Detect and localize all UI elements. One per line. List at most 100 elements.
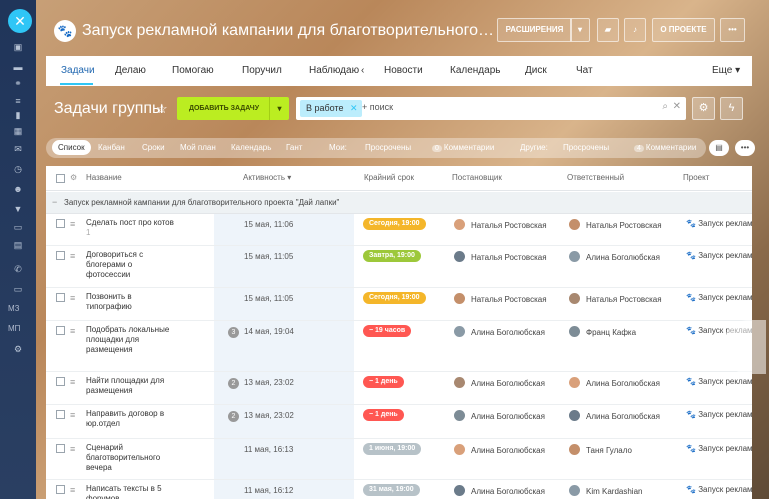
table-row[interactable]: ≡ Позвонить в типографию 15 мая, 11:05 Сего… (46, 288, 752, 321)
table-row[interactable]: ≡ Договориться с блогерами о фотосессии 15… (46, 246, 752, 288)
extensions-button[interactable]: РАСШИРЕНИЯ (497, 18, 572, 42)
chat-button[interactable]: ▰ (597, 18, 619, 42)
creator[interactable]: Наталья Ростовская (454, 293, 547, 304)
mail-icon[interactable]: ✉ (12, 144, 24, 154)
deadline-badge[interactable]: Сегодня, 19:00 (363, 218, 426, 230)
task-name-link[interactable]: Договориться с блогерами о фотосессии (86, 250, 176, 280)
chat-icon[interactable]: ▣ (12, 42, 24, 52)
table-row[interactable]: ≡ Сценарий благотворительного вечера 11 ма… (46, 439, 752, 480)
more-button[interactable]: ••• (720, 18, 745, 42)
responsible[interactable]: Алина Боголюбская (569, 377, 660, 388)
tab-tasks[interactable]: Задачи (61, 65, 95, 76)
link-icon[interactable]: ⚭ (12, 78, 24, 88)
task-name-link[interactable]: Подобрать локальные площадки для размеще… (86, 325, 176, 355)
creator[interactable]: Алина Боголюбская (454, 326, 545, 337)
responsible[interactable]: Алина Боголюбская (569, 410, 660, 421)
view-list[interactable]: Список (52, 140, 91, 155)
row-checkbox[interactable] (56, 377, 65, 386)
row-checkbox[interactable] (56, 444, 65, 453)
project-link[interactable]: 🐾 Запуск реклам (686, 444, 752, 453)
view-deadlines[interactable]: Сроки (142, 143, 165, 152)
task-name-link[interactable]: Направить договор в юр.отдел (86, 409, 176, 429)
row-menu-icon[interactable]: ≡ (70, 293, 75, 303)
row-menu-icon[interactable]: ≡ (70, 410, 75, 420)
comments-count-badge[interactable]: 2 (228, 411, 239, 422)
responsible[interactable]: Франц Кафка (569, 326, 636, 337)
users-icon[interactable]: ☻ (12, 184, 24, 194)
deadline-badge[interactable]: − 1 день (363, 376, 404, 388)
close-icon[interactable]: ✕ (8, 9, 32, 33)
tab-doing[interactable]: Делаю (115, 65, 146, 76)
clock-icon[interactable]: ◷ (12, 164, 24, 174)
task-name-link[interactable]: Позвонить в типографию (86, 292, 176, 312)
task-name-link[interactable]: Сделать пост про котов 1 (86, 218, 176, 238)
settings-icon[interactable]: ⚙ (12, 344, 24, 354)
view-my-plan[interactable]: Мой план (180, 143, 216, 152)
deadline-badge[interactable]: Завтра, 19:00 (363, 250, 421, 262)
filter-icon[interactable]: ▼ (12, 204, 24, 214)
responsible[interactable]: Алина Боголюбская (569, 251, 660, 262)
select-all-checkbox[interactable] (56, 174, 65, 183)
search-box[interactable]: В работе ✕ + поиск ⌕ ✕ (296, 97, 686, 120)
comments-count-badge[interactable]: 3 (228, 327, 239, 338)
task-name-link[interactable]: Написать тексты в 5 форумов (86, 484, 176, 499)
deadline-badge[interactable]: 31 мая, 19:00 (363, 484, 420, 496)
row-menu-icon[interactable]: ≡ (70, 485, 75, 495)
filter-chip[interactable]: В работе ✕ (300, 100, 362, 117)
about-project-button[interactable]: О ПРОЕКТЕ (652, 18, 715, 42)
table-row[interactable]: ≡ Написать тексты в 5 форумов 11 мая, 16:1… (46, 480, 752, 499)
row-checkbox[interactable] (56, 293, 65, 302)
rail-label-mz[interactable]: МЗ (8, 304, 20, 313)
project-link[interactable]: 🐾 Запуск реклам (686, 485, 752, 494)
search-input[interactable]: + поиск (362, 102, 393, 112)
creator[interactable]: Алина Боголюбская (454, 485, 545, 496)
task-name-link[interactable]: Сценарий благотворительного вечера (86, 443, 176, 473)
row-checkbox[interactable] (56, 251, 65, 260)
tab-disk[interactable]: Диск (525, 65, 547, 76)
project-link[interactable]: 🐾 Запуск реклам (686, 293, 752, 302)
column-settings-icon[interactable]: ⚙ (70, 173, 77, 182)
column-responsible[interactable]: Ответственный (567, 173, 624, 182)
counter-my-comments[interactable]: 0 Комментарии (432, 143, 494, 152)
bag-icon[interactable]: ▮ (12, 110, 24, 120)
table-row[interactable]: ≡ Подобрать локальные площадки для размещ… (46, 321, 752, 372)
view-calendar[interactable]: Календарь (231, 143, 271, 152)
deadline-badge[interactable]: − 1 день (363, 409, 404, 421)
extensions-dropdown[interactable]: ▾ (570, 18, 590, 42)
messages-icon[interactable]: ▬ (12, 62, 24, 72)
creator[interactable]: Алина Боголюбская (454, 377, 545, 388)
phone-icon[interactable]: ✆ (12, 264, 24, 274)
add-task-dropdown-icon[interactable]: ▾ (269, 97, 289, 120)
print-icon[interactable]: ▤ (709, 140, 729, 156)
view-gantt[interactable]: Гант (286, 143, 302, 152)
row-checkbox[interactable] (56, 410, 65, 419)
row-checkbox[interactable] (56, 326, 65, 335)
column-deadline[interactable]: Крайний срок (364, 173, 414, 182)
tab-helping[interactable]: Помогаю (172, 65, 214, 76)
column-name[interactable]: Название (86, 173, 122, 182)
creator[interactable]: Алина Боголюбская (454, 444, 545, 455)
tab-watching[interactable]: Наблюдаю (309, 65, 359, 76)
comments-count-badge[interactable]: 2 (228, 378, 239, 389)
responsible[interactable]: Таня Гулало (569, 444, 632, 455)
row-menu-icon[interactable]: ≡ (70, 444, 75, 454)
automation-button[interactable]: ϟ (720, 97, 743, 120)
star-icon[interactable]: ☆ (156, 101, 168, 117)
settings-button[interactable]: ⚙ (692, 97, 715, 120)
creator[interactable]: Наталья Ростовская (454, 251, 547, 262)
row-menu-icon[interactable]: ≡ (70, 219, 75, 229)
tabs-more[interactable]: Еще ▾ (712, 65, 740, 76)
project-link[interactable]: 🐾 Запуск реклам (686, 251, 752, 260)
add-task-button[interactable]: ДОБАВИТЬ ЗАДАЧУ ▾ (177, 97, 289, 120)
view-more-icon[interactable]: ••• (735, 140, 755, 156)
tab-calendar[interactable]: Календарь (450, 65, 500, 76)
table-icon[interactable]: ▤ (12, 240, 24, 250)
tabs-scroll-arrow[interactable]: ‹ (361, 65, 364, 76)
collapse-icon[interactable]: − (52, 197, 57, 207)
card-icon[interactable]: ▭ (12, 284, 24, 294)
counter-other-overdue[interactable]: Просрочены (555, 143, 609, 152)
creator[interactable]: Наталья Ростовская (454, 219, 547, 230)
group-row[interactable]: − Запуск рекламной кампании для благотво… (46, 192, 752, 214)
responsible[interactable]: Наталья Ростовская (569, 219, 662, 230)
row-menu-icon[interactable]: ≡ (70, 326, 75, 336)
